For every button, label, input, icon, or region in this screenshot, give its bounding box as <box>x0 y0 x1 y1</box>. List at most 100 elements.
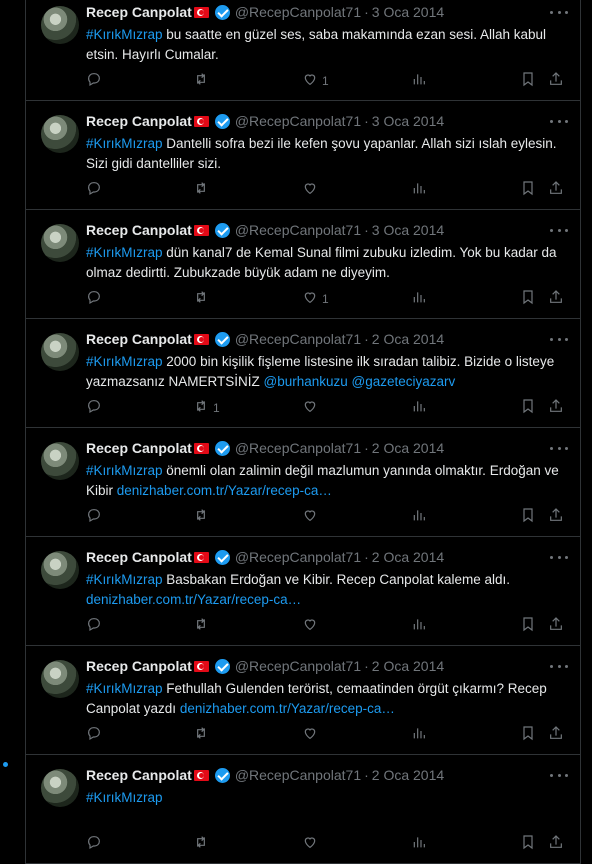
hashtag-link[interactable]: #KırıkMızrap <box>86 354 163 369</box>
tweet[interactable]: Recep Canpolat @RecepCanpolat71 · 3 Oca … <box>26 101 580 210</box>
retweet-button[interactable] <box>193 71 213 90</box>
tweet[interactable]: Recep Canpolat @RecepCanpolat71 · 2 Oca … <box>26 319 580 428</box>
tweet-date[interactable]: 3 Oca 2014 <box>372 222 444 238</box>
more-icon[interactable] <box>550 224 568 236</box>
bookmark-button[interactable] <box>520 71 536 90</box>
bookmark-button[interactable] <box>520 398 536 417</box>
url-link[interactable]: denizhaber.com.tr/Yazar/recep-ca… <box>86 592 301 607</box>
retweet-button[interactable] <box>193 180 213 199</box>
reply-button[interactable] <box>86 616 106 635</box>
retweet-button[interactable] <box>193 725 213 744</box>
tweet[interactable]: Recep Canpolat @RecepCanpolat71 · 2 Oca … <box>26 428 580 537</box>
author-handle[interactable]: @RecepCanpolat71 <box>235 113 361 129</box>
reply-button[interactable] <box>86 71 106 90</box>
bookmark-button[interactable] <box>520 289 536 308</box>
author-handle[interactable]: @RecepCanpolat71 <box>235 549 361 565</box>
bookmark-button[interactable] <box>520 507 536 526</box>
tweet-date[interactable]: 3 Oca 2014 <box>372 113 444 129</box>
tweet-date[interactable]: 2 Oca 2014 <box>372 549 444 565</box>
retweet-button[interactable]: 1 <box>193 398 220 417</box>
hashtag-link[interactable]: #KırıkMızrap <box>86 136 163 151</box>
author-handle[interactable]: @RecepCanpolat71 <box>235 222 361 238</box>
avatar[interactable] <box>41 224 79 262</box>
tweet[interactable]: Recep Canpolat @RecepCanpolat71 · 2 Oca … <box>26 537 580 646</box>
avatar[interactable] <box>41 442 79 480</box>
author-name[interactable]: Recep Canpolat <box>86 331 192 347</box>
retweet-button[interactable] <box>193 507 213 526</box>
like-button[interactable] <box>302 834 322 853</box>
bookmark-button[interactable] <box>520 725 536 744</box>
tweet-date[interactable]: 2 Oca 2014 <box>372 658 444 674</box>
tweet[interactable]: Recep Canpolat @RecepCanpolat71 · 2 Oca … <box>26 755 580 864</box>
hashtag-link[interactable]: #KırıkMızrap <box>86 790 163 805</box>
reply-button[interactable] <box>86 180 106 199</box>
share-button[interactable] <box>548 180 564 199</box>
author-name[interactable]: Recep Canpolat <box>86 222 192 238</box>
author-name[interactable]: Recep Canpolat <box>86 767 192 783</box>
share-button[interactable] <box>548 71 564 90</box>
more-icon[interactable] <box>550 6 568 18</box>
views-button[interactable] <box>411 507 427 526</box>
hashtag-link[interactable]: #KırıkMızrap <box>86 681 163 696</box>
tweet-date[interactable]: 2 Oca 2014 <box>372 767 444 783</box>
author-name[interactable]: Recep Canpolat <box>86 440 192 456</box>
hashtag-link[interactable]: #KırıkMızrap <box>86 27 163 42</box>
avatar[interactable] <box>41 333 79 371</box>
tweet[interactable]: Recep Canpolat @RecepCanpolat71 · 3 Oca … <box>26 210 580 319</box>
retweet-button[interactable] <box>193 289 213 308</box>
views-button[interactable] <box>411 180 427 199</box>
like-button[interactable] <box>302 507 322 526</box>
more-icon[interactable] <box>550 660 568 672</box>
views-button[interactable] <box>411 398 427 417</box>
more-icon[interactable] <box>550 769 568 781</box>
avatar[interactable] <box>41 769 79 807</box>
author-handle[interactable]: @RecepCanpolat71 <box>235 440 361 456</box>
share-button[interactable] <box>548 289 564 308</box>
hashtag-link[interactable]: #KırıkMızrap <box>86 245 163 260</box>
author-name[interactable]: Recep Canpolat <box>86 658 192 674</box>
avatar[interactable] <box>41 6 79 44</box>
like-button[interactable] <box>302 398 322 417</box>
reply-button[interactable] <box>86 289 106 308</box>
like-button[interactable] <box>302 180 322 199</box>
like-button[interactable] <box>302 616 322 635</box>
tweet-date[interactable]: 3 Oca 2014 <box>372 4 444 20</box>
url-link[interactable]: denizhaber.com.tr/Yazar/recep-ca… <box>117 483 332 498</box>
author-name[interactable]: Recep Canpolat <box>86 113 192 129</box>
tweet-date[interactable]: 2 Oca 2014 <box>372 331 444 347</box>
hashtag-link[interactable]: #KırıkMızrap <box>86 463 163 478</box>
author-handle[interactable]: @RecepCanpolat71 <box>235 658 361 674</box>
views-button[interactable] <box>411 834 427 853</box>
author-handle[interactable]: @RecepCanpolat71 <box>235 4 361 20</box>
views-button[interactable] <box>411 289 427 308</box>
more-icon[interactable] <box>550 442 568 454</box>
reply-button[interactable] <box>86 725 106 744</box>
like-button[interactable]: 1 <box>302 71 329 90</box>
tweet[interactable]: Recep Canpolat @RecepCanpolat71 · 3 Oca … <box>26 0 580 101</box>
more-icon[interactable] <box>550 115 568 127</box>
new-posts-indicator[interactable] <box>3 762 8 767</box>
url-link[interactable]: denizhaber.com.tr/Yazar/recep-ca… <box>180 701 395 716</box>
share-button[interactable] <box>548 616 564 635</box>
avatar[interactable] <box>41 660 79 698</box>
author-name[interactable]: Recep Canpolat <box>86 4 192 20</box>
bookmark-button[interactable] <box>520 616 536 635</box>
views-button[interactable] <box>411 725 427 744</box>
tweet-date[interactable]: 2 Oca 2014 <box>372 440 444 456</box>
author-handle[interactable]: @RecepCanpolat71 <box>235 331 361 347</box>
share-button[interactable] <box>548 834 564 853</box>
reply-button[interactable] <box>86 507 106 526</box>
share-button[interactable] <box>548 725 564 744</box>
reply-button[interactable] <box>86 398 106 417</box>
share-button[interactable] <box>548 507 564 526</box>
views-button[interactable] <box>411 71 427 90</box>
hashtag-link[interactable]: #KırıkMızrap <box>86 572 163 587</box>
more-icon[interactable] <box>550 551 568 563</box>
tweet[interactable]: Recep Canpolat @RecepCanpolat71 · 2 Oca … <box>26 646 580 755</box>
more-icon[interactable] <box>550 333 568 345</box>
share-button[interactable] <box>548 398 564 417</box>
reply-button[interactable] <box>86 834 106 853</box>
retweet-button[interactable] <box>193 616 213 635</box>
bookmark-button[interactable] <box>520 834 536 853</box>
author-handle[interactable]: @RecepCanpolat71 <box>235 767 361 783</box>
